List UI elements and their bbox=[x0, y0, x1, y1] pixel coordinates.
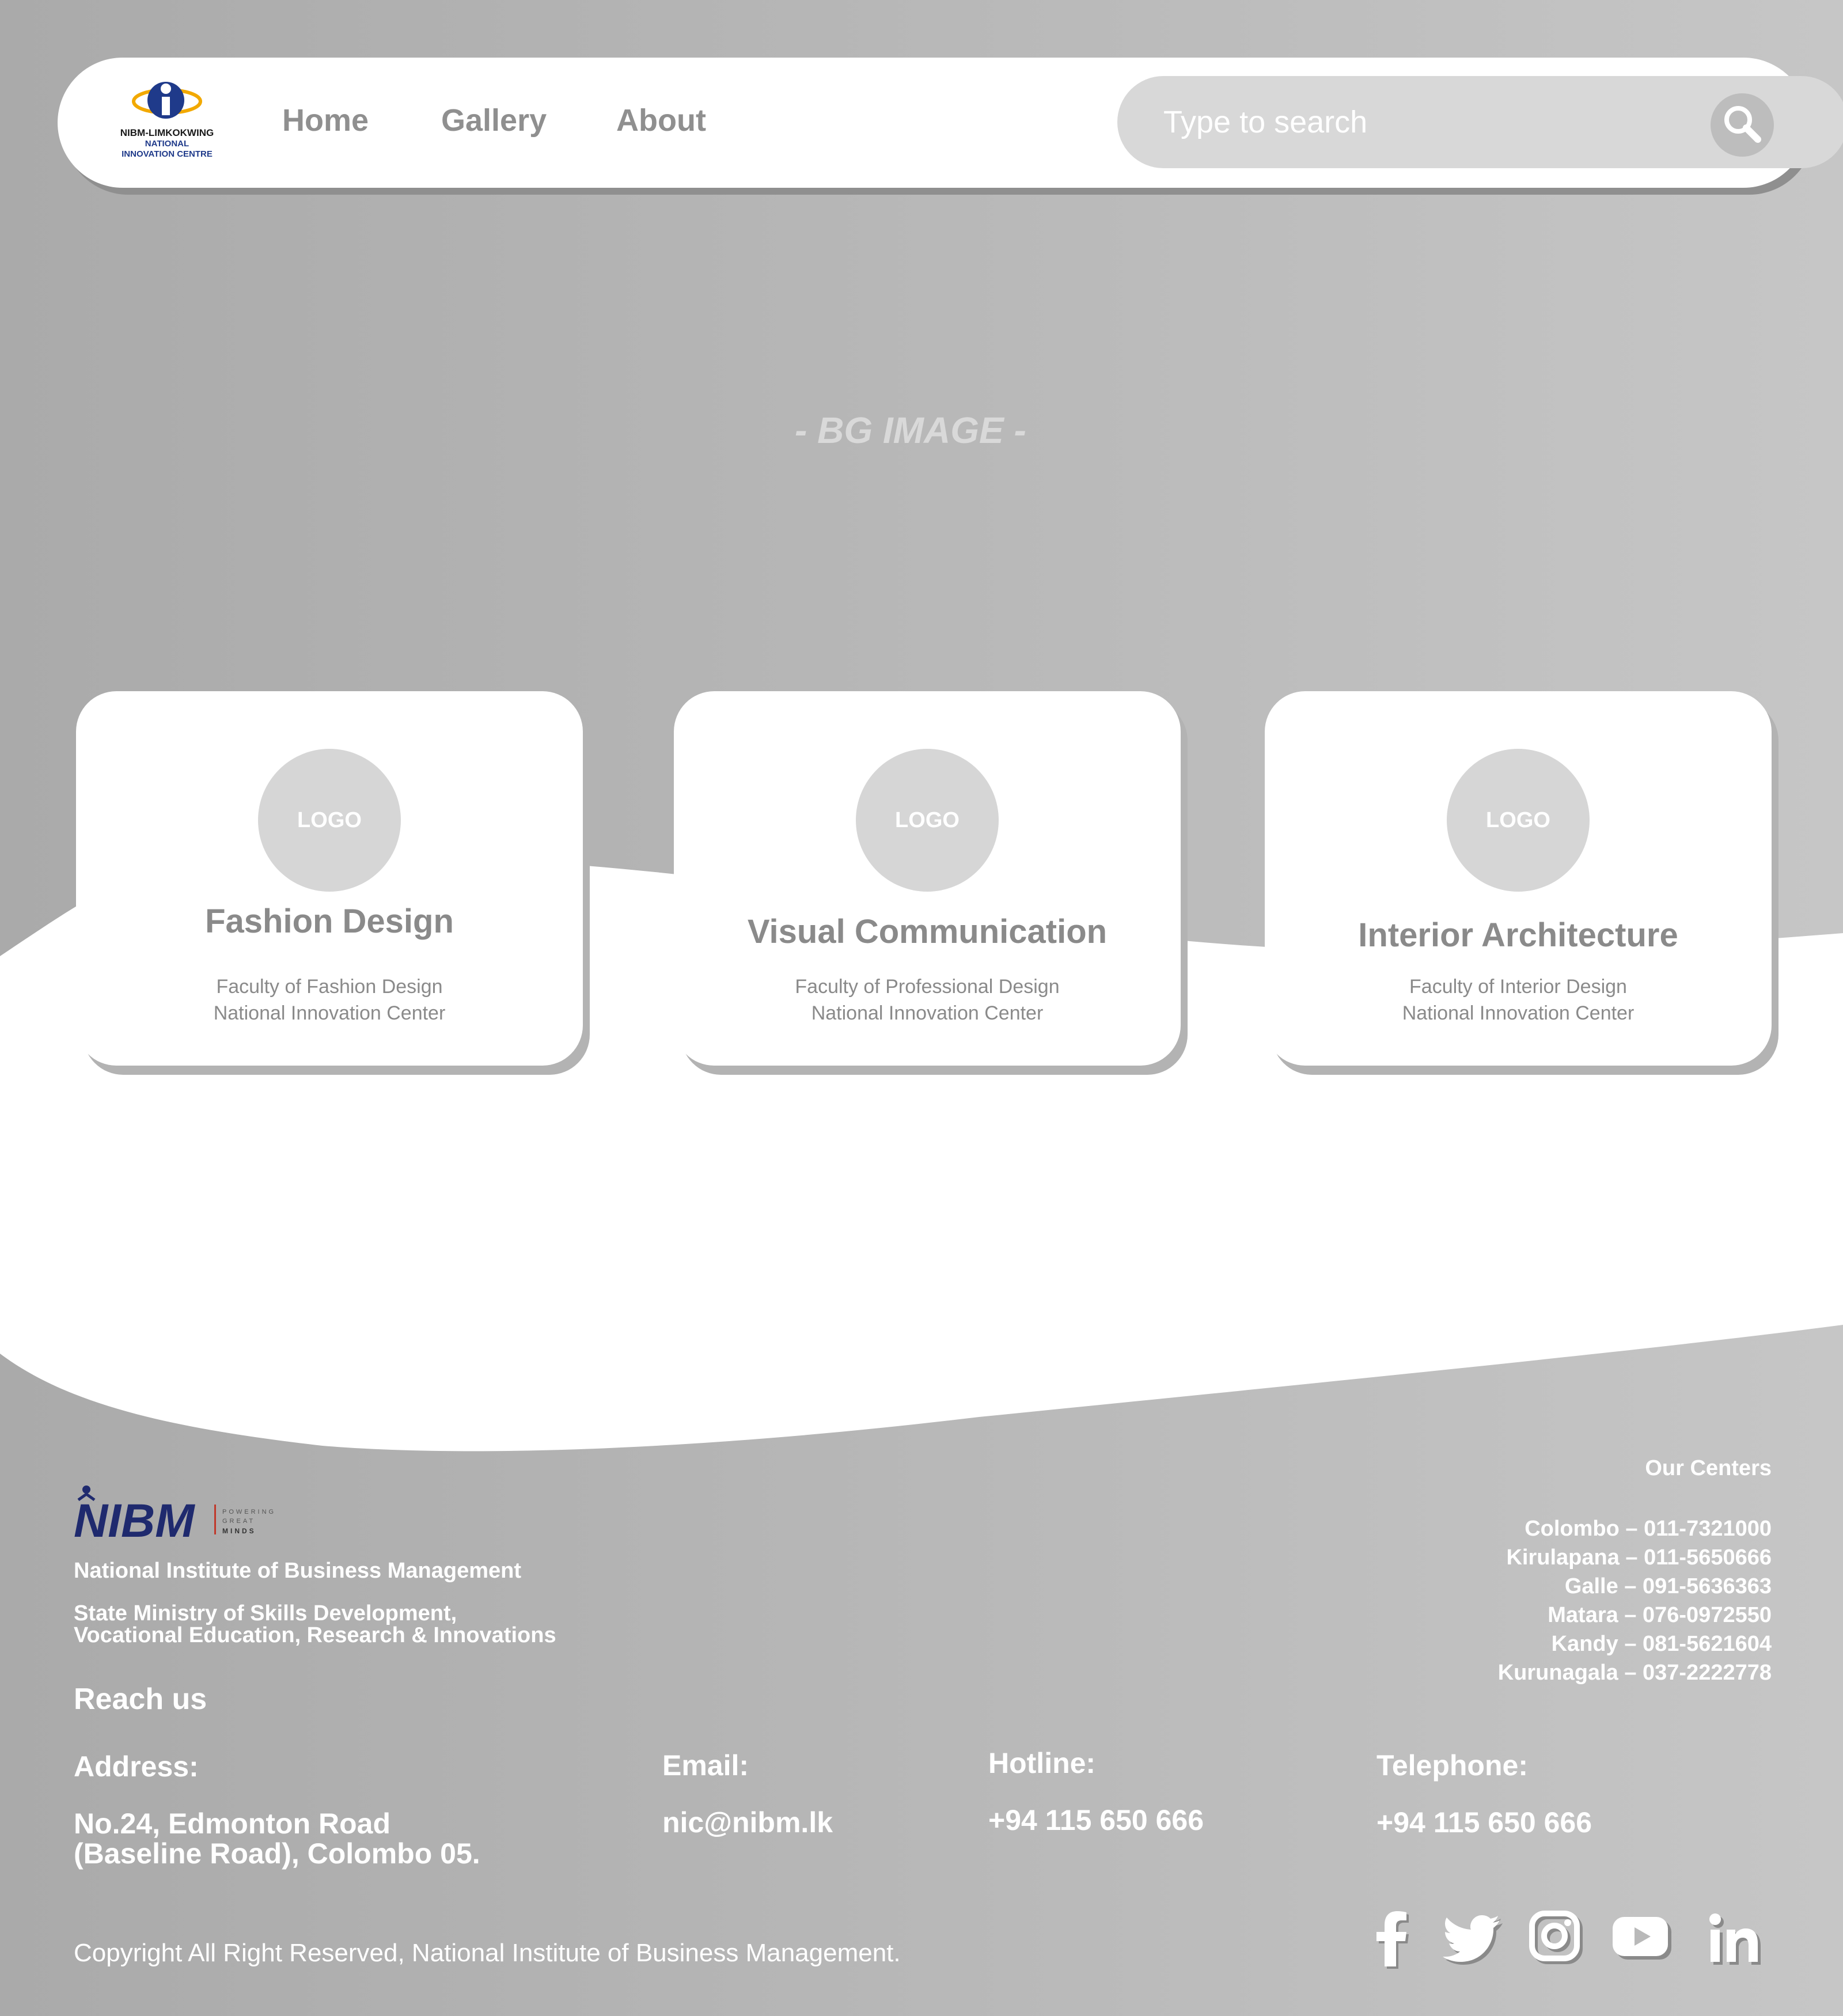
center-kirulapana: Kirulapana – 011-5650666 bbox=[1506, 1545, 1772, 1570]
reach-us-heading: Reach us bbox=[74, 1682, 207, 1716]
nibm-tagline-1: POWERING bbox=[222, 1509, 276, 1515]
hotline-number[interactable]: +94 115 650 666 bbox=[988, 1805, 1204, 1835]
copyright-text: Copyright All Right Reserved, National I… bbox=[74, 1939, 901, 1967]
card-title: Interior Architecture bbox=[1358, 916, 1678, 954]
nav-home[interactable]: Home bbox=[282, 103, 369, 138]
card-subtitle-line2: National Innovation Center bbox=[1402, 1002, 1635, 1024]
address-label: Address: bbox=[74, 1750, 199, 1783]
card-visual-communication[interactable]: LOGO Visual Communication Faculty of Pro… bbox=[674, 691, 1181, 1066]
logo-text-line1: NIBM-LIMKOKWING bbox=[120, 127, 214, 138]
center-kurunagala: Kurunagala – 037-2222778 bbox=[1497, 1661, 1772, 1685]
center-kandy: Kandy – 081-5621604 bbox=[1551, 1632, 1772, 1656]
center-galle: Galle – 091-5636363 bbox=[1564, 1574, 1772, 1598]
linkedin-icon[interactable] bbox=[1702, 1907, 1766, 1970]
email-link[interactable]: nic@nibm.lk bbox=[662, 1807, 833, 1837]
card-logo: LOGO bbox=[856, 749, 999, 892]
address-line1: No.24, Edmonton Road bbox=[74, 1807, 390, 1840]
centers-title: Our Centers bbox=[1645, 1456, 1772, 1480]
email-label: Email: bbox=[662, 1749, 749, 1782]
youtube-icon[interactable] bbox=[1610, 1907, 1674, 1970]
nibm-tagline-3: MINDS bbox=[222, 1527, 256, 1535]
card-logo: LOGO bbox=[1447, 749, 1590, 892]
top-navbar: NIBM-LIMKOKWING NATIONAL INNOVATION CENT… bbox=[58, 58, 1843, 188]
card-subtitle-line1: Faculty of Professional Design bbox=[795, 976, 1060, 998]
instagram-icon[interactable] bbox=[1525, 1907, 1588, 1970]
center-colombo: Colombo – 011-7321000 bbox=[1525, 1517, 1772, 1541]
our-centers: Our Centers Colombo – 011-7321000 Kirula… bbox=[1498, 1456, 1772, 1687]
telephone-number[interactable]: +94 115 650 666 bbox=[1376, 1807, 1592, 1837]
card-logo: LOGO bbox=[258, 749, 401, 892]
search-button[interactable] bbox=[1711, 93, 1774, 157]
center-matara: Matara – 076-0972550 bbox=[1548, 1603, 1772, 1627]
hero-bg-label: - BG IMAGE - bbox=[795, 410, 1026, 451]
card-title: Visual Communication bbox=[747, 913, 1108, 950]
ministry-line2: Vocational Education, Research & Innovat… bbox=[74, 1623, 556, 1647]
search-bar bbox=[1117, 76, 1843, 168]
logo-text-line2: NATIONAL bbox=[145, 139, 189, 149]
telephone-label: Telephone: bbox=[1376, 1749, 1528, 1782]
nav-gallery[interactable]: Gallery bbox=[441, 103, 547, 138]
logo-text-line3: INNOVATION CENTRE bbox=[122, 149, 213, 159]
ministry-line1: State Ministry of Skills Development, bbox=[74, 1601, 457, 1625]
card-subtitle-line1: Faculty of Interior Design bbox=[1409, 976, 1627, 998]
card-subtitle-line1: Faculty of Fashion Design bbox=[216, 976, 443, 998]
search-input[interactable] bbox=[1163, 99, 1682, 145]
card-interior-architecture[interactable]: LOGO Interior Architecture Faculty of In… bbox=[1265, 691, 1772, 1066]
card-fashion-design[interactable]: LOGO Fashion Design Faculty of Fashion D… bbox=[76, 691, 583, 1066]
nav-about[interactable]: About bbox=[616, 103, 706, 138]
twitter-icon[interactable] bbox=[1440, 1907, 1503, 1970]
card-title: Fashion Design bbox=[205, 903, 454, 940]
search-icon bbox=[1724, 106, 1761, 143]
institute-name: National Institute of Business Managemen… bbox=[74, 1559, 521, 1583]
hotline-label: Hotline: bbox=[988, 1747, 1096, 1779]
address-line2: (Baseline Road), Colombo 05. bbox=[74, 1837, 480, 1870]
card-subtitle-line2: National Innovation Center bbox=[213, 1002, 446, 1024]
facebook-icon[interactable] bbox=[1360, 1907, 1424, 1970]
card-subtitle-line2: National Innovation Center bbox=[811, 1002, 1044, 1024]
nibm-tagline-2: GREAT bbox=[222, 1518, 255, 1525]
nibm-logo[interactable]: NIBM POWERING GREAT MINDS bbox=[73, 1483, 286, 1546]
nibm-logo-text: NIBM bbox=[74, 1495, 195, 1546]
nibm-limkokwing-logo[interactable]: NIBM-LIMKOKWING NATIONAL INNOVATION CENT… bbox=[115, 71, 219, 175]
